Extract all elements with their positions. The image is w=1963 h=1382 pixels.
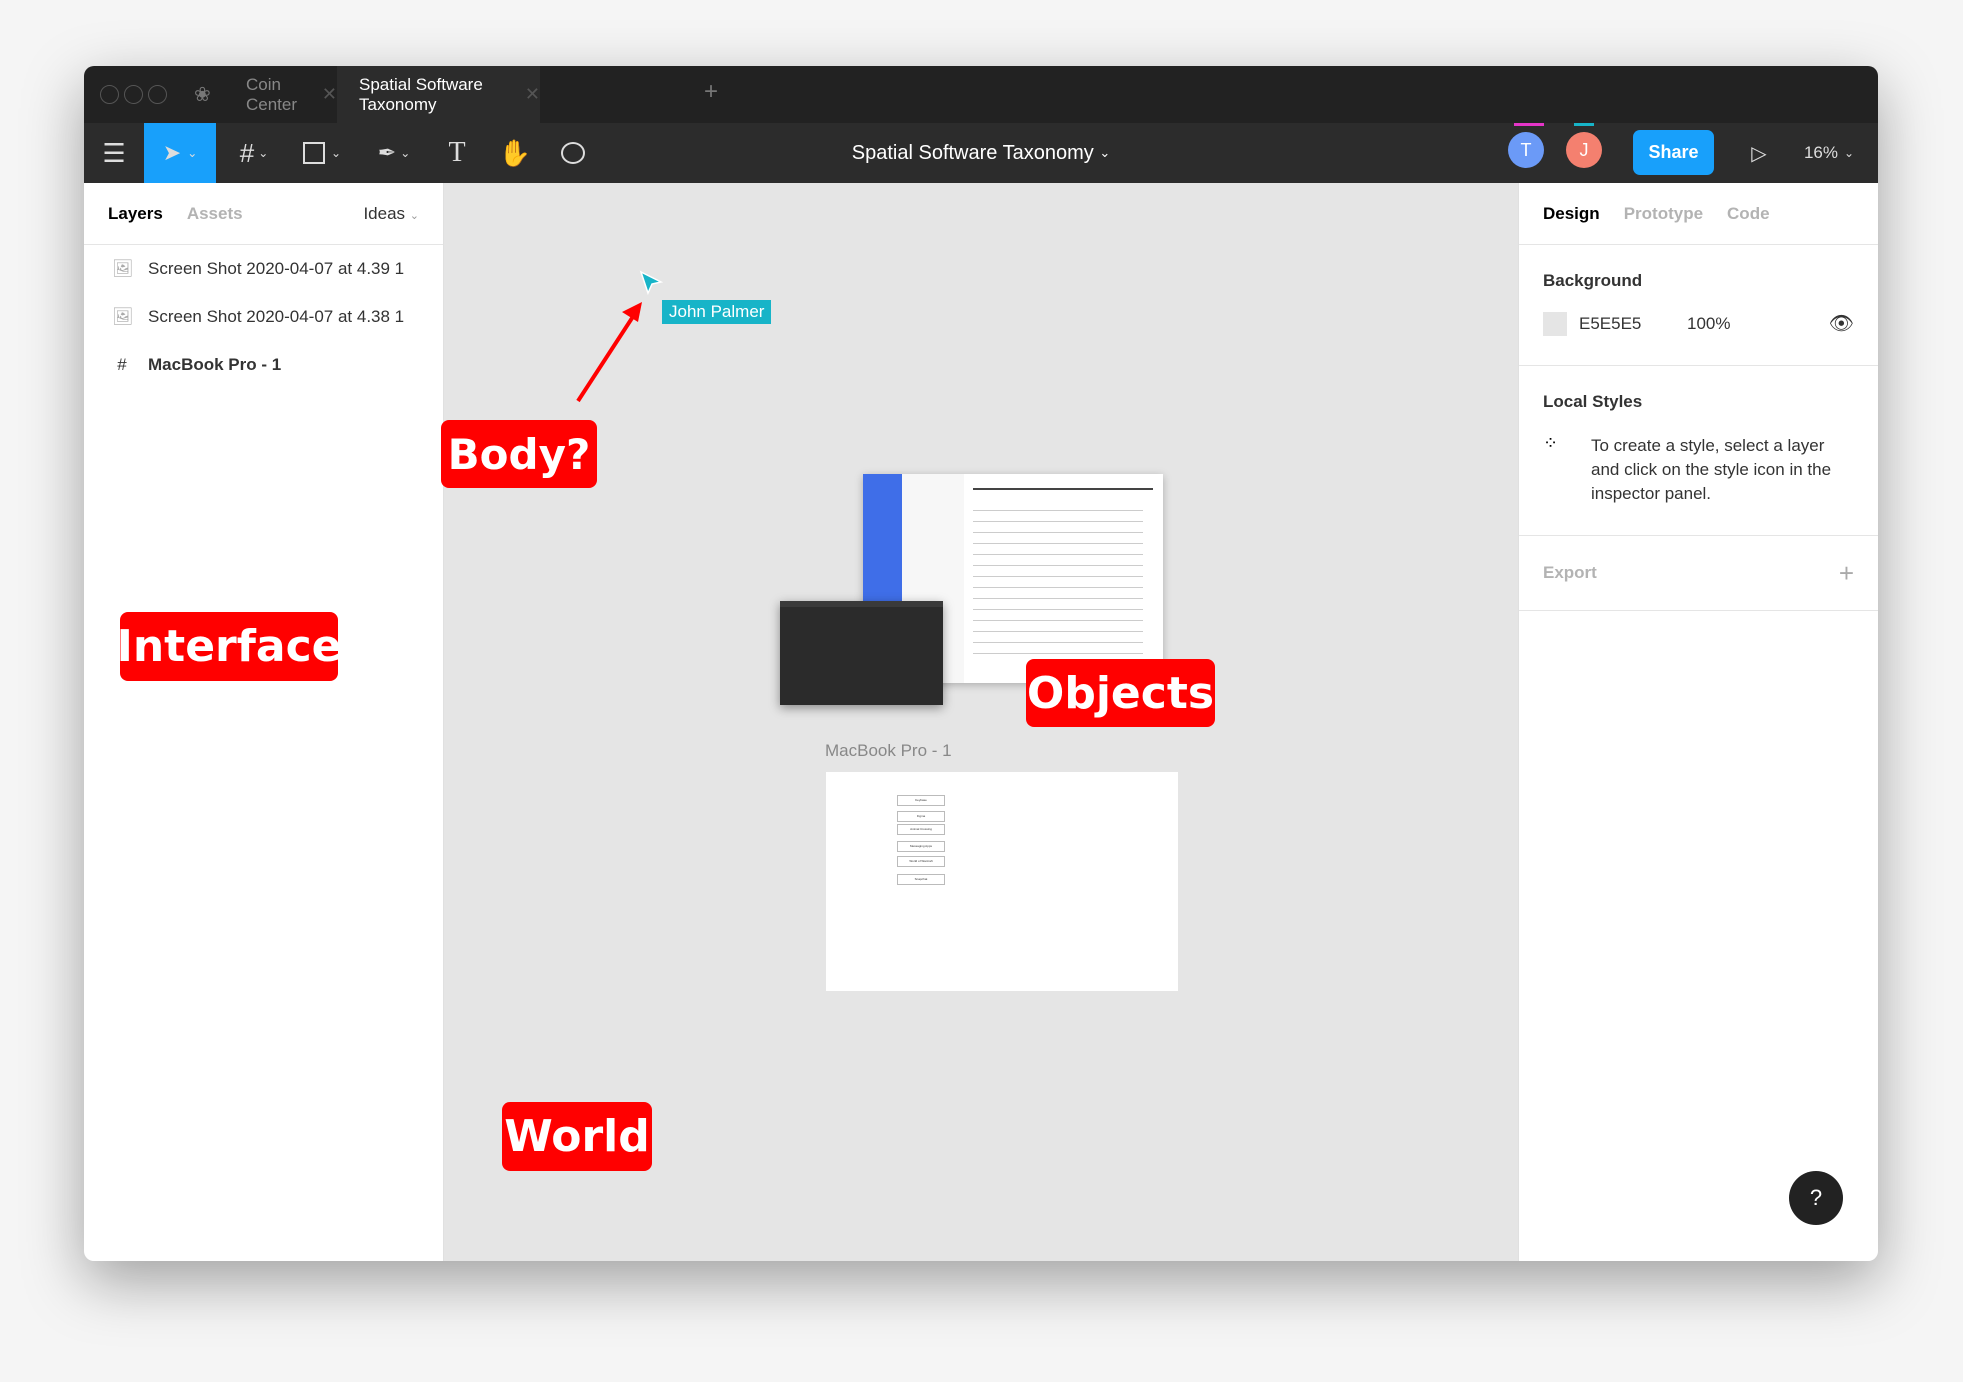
comment-tool-icon[interactable]: [548, 123, 598, 183]
label-body[interactable]: Body?: [441, 420, 597, 488]
layer-name: Screen Shot 2020-04-07 at 4.39 1: [148, 259, 405, 278]
hand-tool-icon[interactable]: ✋: [490, 123, 540, 183]
design-panel: Design Prototype Code Background E5E5E5 …: [1518, 183, 1878, 1261]
page-dropdown[interactable]: Ideas ⌄: [363, 204, 419, 224]
frame-button[interactable]: Keybase: [897, 795, 945, 806]
layer-name: MacBook Pro - 1: [148, 355, 282, 374]
style-dots-icon: ⁘: [1543, 433, 1559, 453]
document-title-text: Spatial Software Taxonomy: [851, 141, 1094, 164]
background-swatch[interactable]: [1543, 311, 1567, 336]
add-export-button[interactable]: +: [1839, 558, 1854, 589]
local-styles-title: Local Styles: [1543, 392, 1643, 411]
page-name: Ideas: [363, 203, 406, 223]
tab-prototype[interactable]: Prototype: [1624, 204, 1703, 224]
avatar-presence-bar: [1514, 123, 1544, 126]
avatar-t[interactable]: T: [1508, 132, 1544, 168]
close-window-button[interactable]: [100, 85, 119, 104]
avatar-presence-bar: [1574, 123, 1594, 126]
tab-spatial-software-taxonomy[interactable]: Spatial Software Taxonomy ✕: [337, 66, 540, 123]
layer-name: Screen Shot 2020-04-07 at 4.38 1: [148, 307, 405, 326]
frame-button[interactable]: Animal Crossing: [897, 824, 945, 835]
terminal-screenshot[interactable]: [780, 601, 943, 705]
frame-button[interactable]: Figma: [897, 811, 945, 822]
figma-logo-icon[interactable]: ❀: [194, 82, 211, 107]
label-world[interactable]: World: [502, 1102, 652, 1171]
tab-label: Coin Center: [246, 74, 298, 114]
tab-code[interactable]: Code: [1727, 204, 1770, 224]
pen-tool-icon[interactable]: ✒ ⌄: [364, 123, 424, 183]
share-button[interactable]: Share: [1633, 130, 1714, 175]
background-title: Background: [1543, 271, 1643, 290]
close-tab-icon[interactable]: ✕: [322, 84, 337, 105]
zoom-dropdown[interactable]: 16% ⌄: [1794, 123, 1864, 183]
document-title[interactable]: Spatial Software Taxonomy ⌄: [84, 123, 1878, 183]
background-opacity[interactable]: 100%: [1687, 314, 1730, 334]
collaborator-cursor-icon: [639, 270, 664, 296]
tab-layers[interactable]: Layers: [108, 204, 163, 224]
help-button[interactable]: ?: [1789, 1171, 1843, 1225]
text-tool-icon[interactable]: T: [432, 123, 482, 183]
layers-panel: Layers Assets Ideas ⌄ 🖼 Screen Shot 2020-…: [84, 183, 444, 1261]
figma-window: ❀ Coin Center ✕ Spatial Software Taxonomy…: [84, 66, 1878, 1261]
tab-design[interactable]: Design: [1543, 204, 1600, 224]
present-play-icon[interactable]: ▷: [1739, 123, 1779, 183]
toolbar: Spatial Software Taxonomy ⌄ ☰ ➤ ⌄ # ⌄ ⌄ ✒ ⌄…: [84, 123, 1878, 183]
minimize-window-button[interactable]: [124, 85, 143, 104]
frame-button[interactable]: Messaging Apps: [897, 841, 945, 852]
frame-tool-icon[interactable]: # ⌄: [224, 123, 284, 183]
title-bar: ❀ Coin Center ✕ Spatial Software Taxonomy…: [84, 66, 1878, 123]
layer-item[interactable]: 🖼 Screen Shot 2020-04-07 at 4.38 1: [84, 293, 443, 341]
layer-item[interactable]: # MacBook Pro - 1: [84, 341, 443, 389]
label-objects[interactable]: Objects: [1026, 659, 1215, 727]
main-menu-icon[interactable]: ☰: [84, 123, 144, 183]
tab-assets[interactable]: Assets: [187, 204, 243, 224]
macbook-frame[interactable]: Keybase Figma Animal Crossing Messaging App…: [826, 772, 1178, 991]
frame-button[interactable]: Snapchat: [897, 874, 945, 885]
shape-tool-icon[interactable]: ⌄: [292, 123, 352, 183]
visibility-eye-icon[interactable]: 👁: [1829, 311, 1854, 336]
frame-icon: #: [117, 355, 127, 374]
close-tab-icon[interactable]: ✕: [525, 84, 540, 105]
avatar-j[interactable]: J: [1566, 132, 1602, 168]
local-styles-hint: To create a style, select a layer and cl…: [1591, 436, 1832, 503]
frame-label[interactable]: MacBook Pro - 1: [825, 741, 952, 761]
zoom-window-button[interactable]: [148, 85, 167, 104]
tab-label: Spatial Software Taxonomy: [359, 74, 483, 114]
move-tool-button[interactable]: ➤ ⌄: [144, 123, 216, 183]
export-title: Export: [1543, 563, 1597, 582]
layer-item[interactable]: 🖼 Screen Shot 2020-04-07 at 4.39 1: [84, 245, 443, 293]
collaborator-name-tag: John Palmer: [662, 300, 772, 324]
tab-coin-center[interactable]: Coin Center ✕: [224, 66, 337, 123]
image-icon: 🖼: [112, 259, 134, 278]
new-tab-button[interactable]: +: [704, 78, 718, 106]
label-interface[interactable]: Interface: [116, 612, 342, 681]
background-hex[interactable]: E5E5E5: [1579, 314, 1687, 334]
frame-button[interactable]: World of Warcraft: [897, 856, 945, 867]
zoom-value: 16%: [1803, 143, 1838, 162]
image-icon: 🖼: [112, 307, 134, 326]
